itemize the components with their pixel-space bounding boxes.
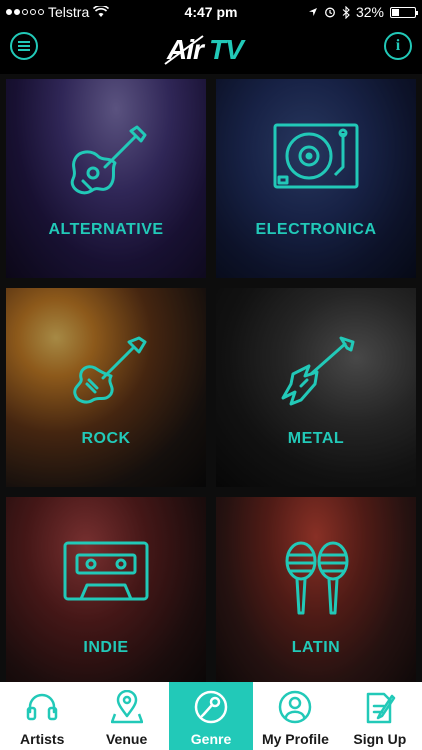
info-icon: i [395,37,401,54]
acoustic-guitar-icon [70,125,147,195]
app-logo: Air TV [0,30,422,71]
microphone-icon [194,690,228,724]
tab-genre[interactable]: Genre [168,682,254,750]
svg-text:TV: TV [209,34,246,65]
tab-label: Venue [105,731,148,747]
genre-label: METAL [287,430,345,447]
tab-my-profile[interactable]: My Profile [253,682,337,750]
electric-guitar-icon [73,336,147,404]
alarm-icon [325,7,335,18]
maracas-icon [285,541,349,615]
tab-artists[interactable]: Artists [0,682,84,750]
map-pin-icon [110,690,143,724]
genre-tile-metal[interactable]: METAL [216,288,416,487]
profile-icon [279,690,312,724]
genre-grid: ALTERNATIVE ELECTRONICA ROCK METAL INDIE… [0,74,422,696]
sign-up-icon [366,692,396,724]
app-header: Air TV i [0,24,422,74]
genre-tile-indie[interactable]: INDIE [6,497,206,696]
tab-bar: Artists Venue Genre My Profile Sign Up [0,682,422,750]
battery-percent: 32% [355,4,384,20]
turntable-icon [273,123,359,189]
tab-label: Genre [190,731,232,747]
location-arrow-icon [308,8,317,16]
info-button[interactable]: i [384,32,412,60]
genre-tile-latin[interactable]: LATIN [216,497,416,696]
tab-label: Sign Up [353,731,407,747]
status-bar: Telstra 4:47 pm 32% [0,0,422,24]
airtv-logo: Air TV [164,34,247,65]
genre-label: LATIN [291,639,341,656]
genre-label: ELECTRONICA [255,221,377,238]
battery-icon [390,6,418,18]
metal-guitar-icon [281,336,355,406]
tab-label: Artists [20,731,65,747]
genre-label: ALTERNATIVE [48,221,164,238]
genre-tile-alternative[interactable]: ALTERNATIVE [6,79,206,278]
tab-sign-up[interactable]: Sign Up [338,682,422,750]
genre-tile-rock[interactable]: ROCK [6,288,206,487]
cassette-icon [63,541,149,601]
genre-tile-electronica[interactable]: ELECTRONICA [216,79,416,278]
tab-venue[interactable]: Venue [84,682,168,750]
headphones-icon [26,693,58,721]
genre-label: INDIE [83,639,129,656]
genre-label: ROCK [81,430,131,447]
tab-label: My Profile [261,731,329,747]
bluetooth-icon [342,5,350,19]
